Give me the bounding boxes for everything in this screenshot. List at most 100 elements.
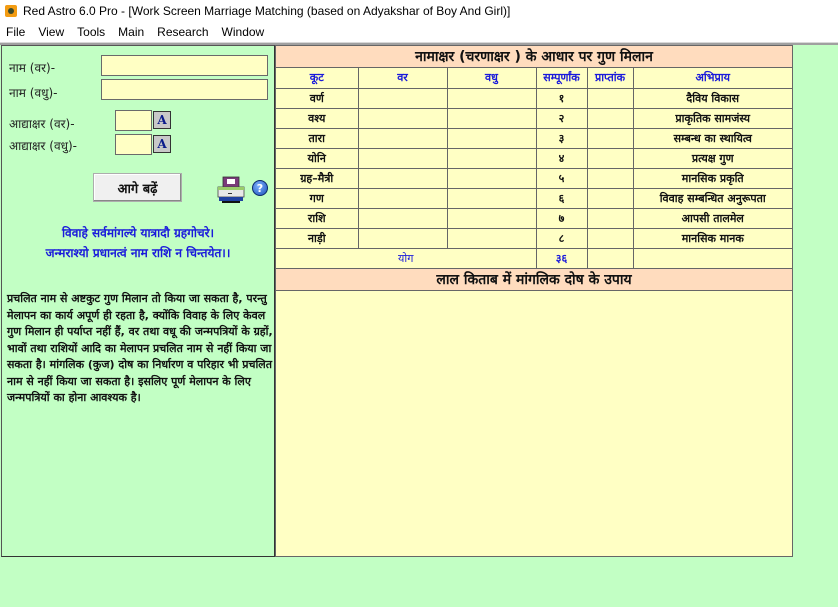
obtained-cell <box>586 187 634 209</box>
bride-initial-label: आद्याक्षर (वधु)- <box>9 139 78 153</box>
obtained-cell <box>586 147 634 169</box>
help-icon[interactable]: ? <box>252 180 268 196</box>
var-cell <box>357 187 448 209</box>
info-note: प्रचलित नाम से अष्टकुट गुण मिलान तो किया… <box>7 292 273 404</box>
var-cell <box>357 87 448 109</box>
koot-cell: नाड़ी <box>276 227 359 249</box>
meaning-cell: दैविय विकास <box>632 87 792 109</box>
window-title: Red Astro 6.0 Pro - [Work Screen Marriag… <box>23 4 511 18</box>
total-cell: ७ <box>535 207 588 229</box>
koot-cell: ग्रह–मैत्री <box>276 167 359 189</box>
total-value: ३६ <box>535 247 588 269</box>
header-vadhu: वधु <box>446 68 537 89</box>
table-row: योनि ४ प्रत्यक्ष गुण <box>276 147 792 169</box>
meaning-cell: प्रत्यक्ष गुण <box>632 147 792 169</box>
total-cell: ५ <box>535 167 588 189</box>
header-meaning: अभिप्राय <box>632 68 792 89</box>
koot-cell: वर्ण <box>276 87 359 109</box>
obtained-cell <box>586 127 634 149</box>
guna-table: कूट वर वधु सम्पूर्णांक प्राप्तांक अभिप्र… <box>276 68 792 269</box>
koot-cell: योनि <box>276 147 359 169</box>
next-button[interactable]: आगे बढ़ें <box>93 173 182 202</box>
total-cell: ८ <box>535 227 588 249</box>
meaning-cell: मानसिक मानक <box>632 227 792 249</box>
menu-research[interactable]: Research <box>157 25 208 39</box>
vadhu-cell <box>446 147 537 169</box>
menu-file[interactable]: File <box>6 25 25 39</box>
bride-initial-input[interactable] <box>115 134 152 155</box>
meaning-cell: विवाह सम्बन्धित अनुरूपता <box>632 187 792 209</box>
font-a-icon: A <box>157 113 167 127</box>
vadhu-cell <box>446 227 537 249</box>
var-cell <box>357 207 448 229</box>
total-cell: १ <box>535 87 588 109</box>
total-obtained <box>586 247 634 269</box>
table-row: गण ६ विवाह सम्बन्धित अनुरूपता <box>276 187 792 209</box>
results-panel: नामाक्षर (चरणाक्षर ) के आधार पर गुण मिला… <box>275 45 793 557</box>
obtained-cell <box>586 207 634 229</box>
menu-view[interactable]: View <box>38 25 64 39</box>
vadhu-cell <box>446 127 537 149</box>
var-cell <box>357 107 448 129</box>
shloka-line-2: जन्मराश्यो प्रधानत्वं नाम राशि न चिन्तये… <box>45 246 231 260</box>
groom-name-input[interactable] <box>101 55 268 76</box>
vadhu-cell <box>446 207 537 229</box>
bride-font-button[interactable]: A <box>153 135 171 153</box>
var-cell <box>357 227 448 249</box>
input-panel: नाम (वर)- नाम (वधु)- आद्याक्षर (वर)- A आ… <box>1 45 275 557</box>
header-var: वर <box>357 68 448 89</box>
printer-icon[interactable] <box>216 176 246 204</box>
bride-name-label: नाम (वधु)- <box>9 86 58 100</box>
menu-main[interactable]: Main <box>118 25 144 39</box>
total-cell: ४ <box>535 147 588 169</box>
obtained-cell <box>586 227 634 249</box>
bride-name-input[interactable] <box>101 79 268 100</box>
koot-cell: राशि <box>276 207 359 229</box>
table-header-row: कूट वर वधु सम्पूर्णांक प्राप्तांक अभिप्र… <box>276 68 792 89</box>
header-obtained: प्राप्तांक <box>586 68 634 89</box>
total-cell: ६ <box>535 187 588 209</box>
table-row: वर्ण १ दैविय विकास <box>276 87 792 109</box>
total-row: योग ३६ <box>276 247 792 269</box>
obtained-cell <box>586 167 634 189</box>
var-cell <box>357 167 448 189</box>
table-row: नाड़ी ८ मानसिक मानक <box>276 227 792 249</box>
remedy-title: लाल किताब में मांगलिक दोष के उपाय <box>276 268 792 291</box>
meaning-cell: मानसिक प्रकृति <box>632 167 792 189</box>
koot-cell: वश्य <box>276 107 359 129</box>
obtained-cell <box>586 87 634 109</box>
meaning-cell: आपसी तालमेल <box>632 207 792 229</box>
meaning-cell: प्राकृतिक सामजंस्य <box>632 107 792 129</box>
vadhu-cell <box>446 187 537 209</box>
menu-tools[interactable]: Tools <box>77 25 105 39</box>
font-a-icon: A <box>157 137 167 151</box>
meaning-cell: सम्बन्ध का स्थायित्व <box>632 127 792 149</box>
groom-initial-input[interactable] <box>115 110 152 131</box>
menu-bar: File View Tools Main Research Window <box>0 22 838 42</box>
app-icon <box>5 5 17 17</box>
title-bar: Red Astro 6.0 Pro - [Work Screen Marriag… <box>0 0 838 22</box>
vadhu-cell <box>446 167 537 189</box>
groom-initial-label: आद्याक्षर (वर)- <box>9 117 75 131</box>
total-cell: २ <box>535 107 588 129</box>
table-row: तारा ३ सम्बन्ध का स्थायित्व <box>276 127 792 149</box>
groom-font-button[interactable]: A <box>153 111 171 129</box>
header-total: सम्पूर्णांक <box>535 68 588 89</box>
total-meaning-empty <box>632 247 792 269</box>
table-row: वश्य २ प्राकृतिक सामजंस्य <box>276 107 792 129</box>
vadhu-cell <box>446 87 537 109</box>
groom-name-label: नाम (वर)- <box>9 61 56 75</box>
obtained-cell <box>586 107 634 129</box>
koot-cell: तारा <box>276 127 359 149</box>
menu-window[interactable]: Window <box>222 25 265 39</box>
workspace: नाम (वर)- नाम (वधु)- आद्याक्षर (वर)- A आ… <box>0 45 838 607</box>
guna-table-title: नामाक्षर (चरणाक्षर ) के आधार पर गुण मिला… <box>276 46 792 68</box>
total-label: योग <box>276 247 537 269</box>
total-cell: ३ <box>535 127 588 149</box>
var-cell <box>357 147 448 169</box>
var-cell <box>357 127 448 149</box>
table-row: राशि ७ आपसी तालमेल <box>276 207 792 229</box>
shloka-text: विवाहे सर्वमांगल्ये यात्रादौ ग्रहगोचरे। … <box>4 223 272 263</box>
table-row: ग्रह–मैत्री ५ मानसिक प्रकृति <box>276 167 792 189</box>
koot-cell: गण <box>276 187 359 209</box>
